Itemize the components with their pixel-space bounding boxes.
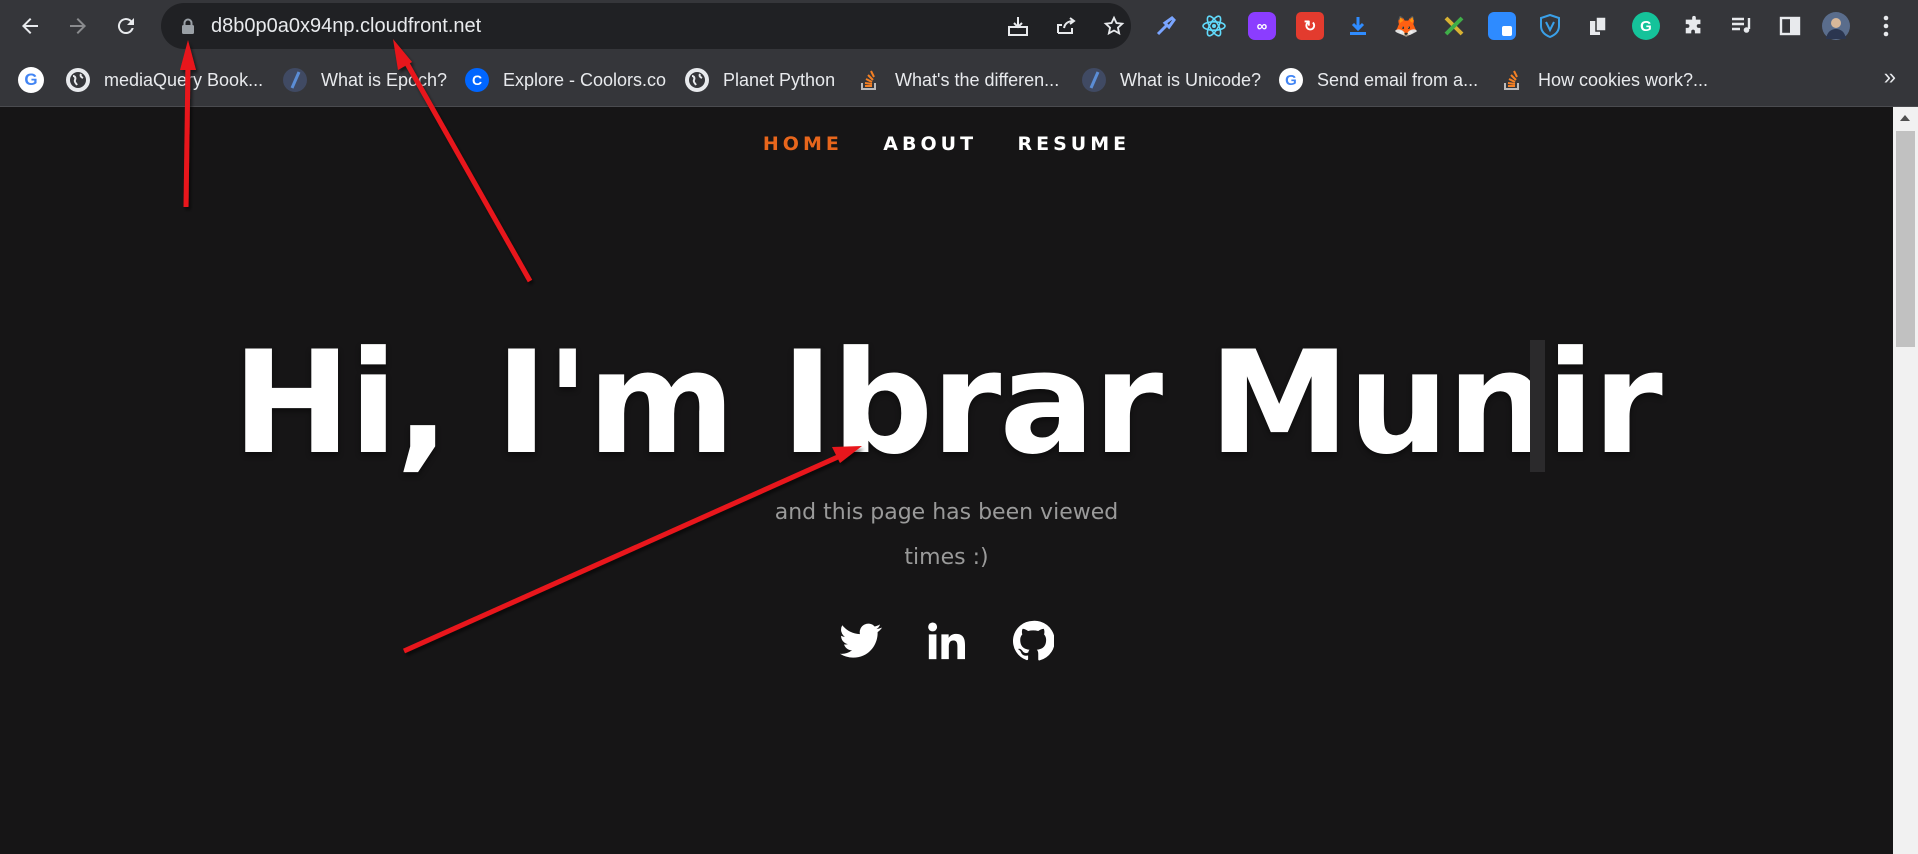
linkedin-icon[interactable] (925, 619, 969, 663)
purple-extension-icon[interactable]: ∞ (1248, 12, 1276, 40)
stackoverflow-icon (857, 68, 881, 92)
bookmarks-bar: G mediaQuery Book... What is Epoch? C Ex… (0, 52, 1918, 107)
epoch-icon (283, 68, 307, 92)
bookmark-item[interactable]: What is Unicode? (1082, 66, 1261, 94)
browser-toolbar: d8b0p0a0x94np.cloudfront.net ∞ ↻ 🦊 G (0, 0, 1918, 52)
bookmark-item[interactable]: G Send email from a... (1279, 66, 1478, 94)
bookmark-item[interactable]: How cookies work?... (1500, 66, 1708, 94)
back-button[interactable] (14, 10, 46, 42)
address-bar[interactable]: d8b0p0a0x94np.cloudfront.net (161, 3, 1131, 49)
eyedropper-extension-icon[interactable] (1152, 12, 1180, 40)
bookmark-label: mediaQuery Book... (104, 69, 264, 90)
profile-avatar[interactable] (1822, 12, 1850, 40)
share-icon[interactable] (1054, 14, 1078, 38)
globe-icon (66, 68, 90, 92)
scroll-up-arrow-icon[interactable] (1900, 115, 1910, 121)
bookmark-item[interactable]: mediaQuery Book... (66, 66, 263, 94)
shield-v-extension-icon[interactable] (1536, 12, 1564, 40)
side-panel-icon[interactable] (1776, 12, 1804, 40)
clipboard-extension-icon[interactable] (1584, 12, 1612, 40)
bookmark-item[interactable]: Planet Python (685, 66, 835, 94)
view-count-text-suffix: times :) (904, 545, 989, 570)
view-count-text: and this page has been viewed (774, 500, 1119, 525)
install-app-icon[interactable] (1006, 14, 1030, 38)
epoch-icon (1082, 68, 1106, 92)
bookmark-label: What is Epoch? (321, 69, 448, 90)
globe-icon (685, 68, 709, 92)
url-text[interactable]: d8b0p0a0x94np.cloudfront.net (211, 15, 481, 38)
lock-icon[interactable] (176, 14, 200, 38)
reload-button[interactable] (110, 10, 142, 42)
bookmark-item[interactable]: What is Epoch? (283, 66, 447, 94)
kebab-menu-icon[interactable] (1872, 12, 1900, 40)
google-apps-icon[interactable]: G (18, 67, 44, 93)
nav-link-resume[interactable]: RESUME (1017, 133, 1130, 155)
page-scrollbar[interactable] (1893, 107, 1918, 854)
bookmark-label: Explore - Coolors.co (503, 69, 667, 90)
google-icon: G (1279, 68, 1303, 92)
hero-heading: Hi, I'm Ibrar Munir (232, 321, 1663, 486)
bookmark-label: What is Unicode? (1120, 69, 1262, 90)
bookmark-star-icon[interactable] (1102, 14, 1126, 38)
github-icon[interactable] (1011, 619, 1055, 663)
bookmark-item[interactable]: C Explore - Coolors.co (465, 66, 666, 94)
arrow-right-icon (70, 18, 86, 34)
red-sync-extension-icon[interactable]: ↻ (1296, 12, 1324, 40)
bookmark-label: How cookies work?... (1538, 69, 1709, 90)
extensions-puzzle-icon[interactable] (1680, 12, 1708, 40)
twitter-icon[interactable] (839, 619, 883, 663)
nav-link-about[interactable]: ABOUT (883, 133, 977, 155)
web-page: HOME ABOUT RESUME Hi, I'm Ibrar Munir an… (0, 107, 1893, 854)
bookmark-label: What's the differen... (895, 69, 1060, 90)
blue-square-extension-icon[interactable] (1488, 12, 1516, 40)
bookmark-label: Planet Python (723, 69, 836, 90)
bookmark-item[interactable]: What's the differen... (857, 66, 1059, 94)
stackoverflow-icon (1500, 68, 1524, 92)
coolors-icon: C (465, 68, 489, 92)
bookmark-label: Send email from a... (1317, 69, 1479, 90)
social-links (0, 619, 1893, 663)
typing-cursor (1530, 340, 1545, 472)
download-extension-icon[interactable] (1344, 12, 1372, 40)
bookmarks-overflow-button[interactable]: » (1884, 64, 1896, 90)
nav-link-home[interactable]: HOME (763, 133, 843, 155)
scrollbar-thumb[interactable] (1896, 131, 1915, 347)
metamask-fox-icon[interactable]: 🦊 (1392, 12, 1420, 40)
tools-extension-icon[interactable] (1440, 12, 1468, 40)
site-nav: HOME ABOUT RESUME (0, 133, 1893, 155)
arrow-left-icon (22, 18, 38, 34)
react-devtools-icon[interactable] (1200, 12, 1228, 40)
reload-icon (117, 18, 134, 35)
forward-button[interactable] (62, 10, 94, 42)
media-playlist-icon[interactable] (1728, 12, 1756, 40)
grammarly-icon[interactable]: G (1632, 12, 1660, 40)
